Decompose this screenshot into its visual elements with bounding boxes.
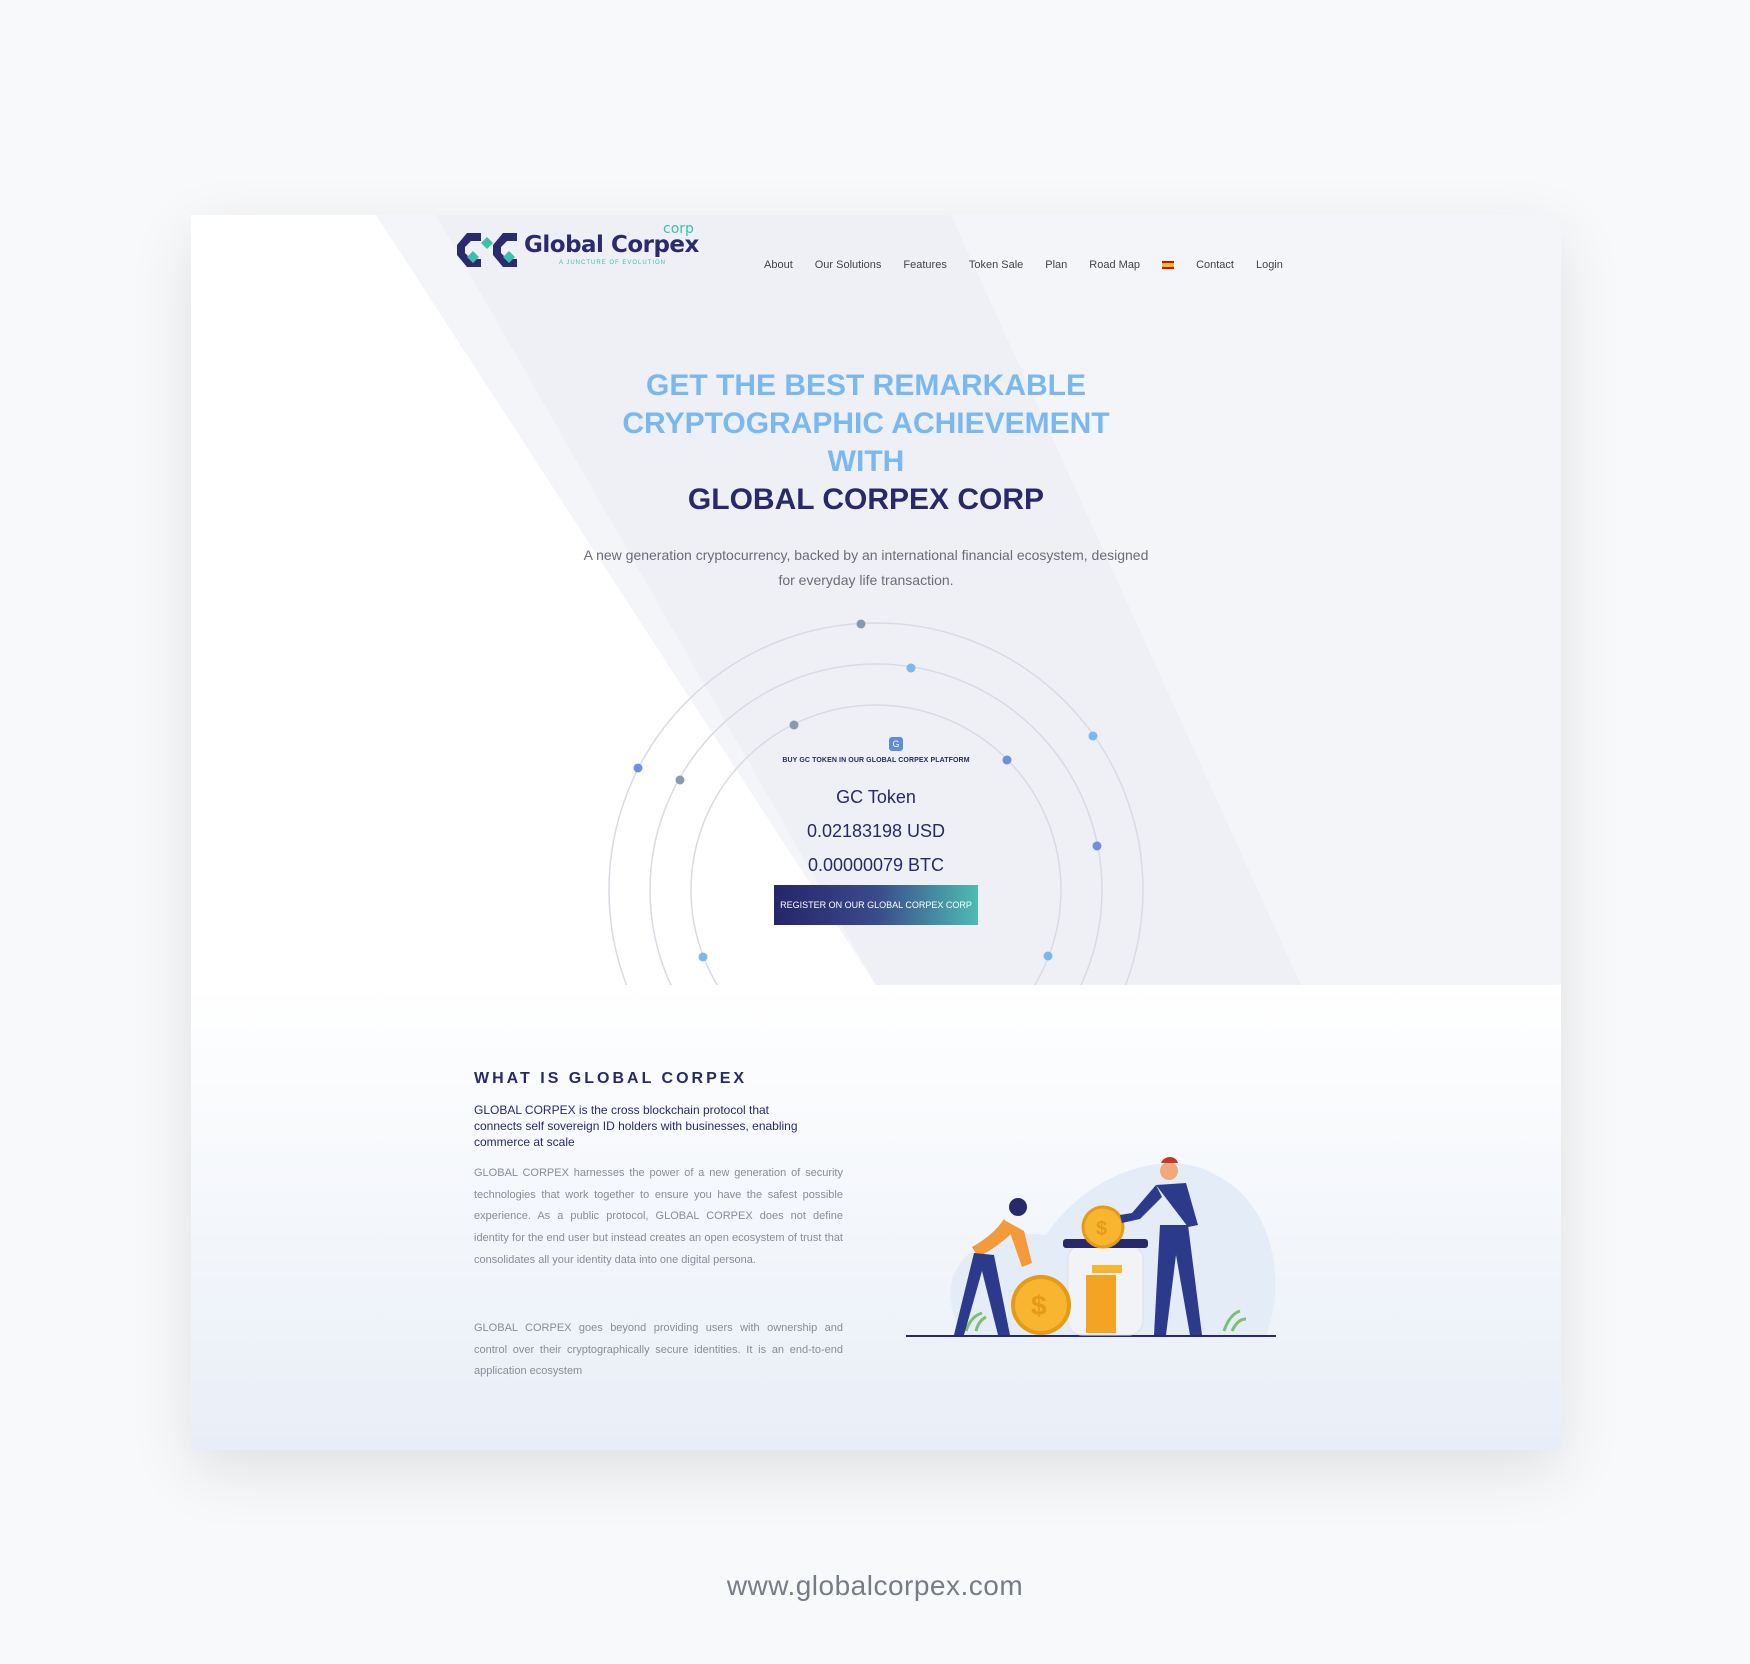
orbit-dot	[698, 952, 708, 962]
hero-section: Global Corpex corp A JUNCTURE OF EVOLUTI…	[191, 215, 1561, 985]
orbit-dot	[906, 663, 916, 673]
savings-illustration: $ $	[906, 1157, 1276, 1337]
orbit-dot	[789, 720, 799, 730]
orbit-dot	[856, 619, 866, 629]
svg-text:$: $	[1031, 1290, 1047, 1321]
token-price-usd: 0.02183198 USD	[806, 821, 946, 841]
about-lead: GLOBAL CORPEX is the cross blockchain pr…	[474, 1103, 798, 1149]
logo-mark-icon	[457, 233, 517, 267]
website-mockup-card: Global Corpex corp A JUNCTURE OF EVOLUTI…	[191, 215, 1561, 1450]
headline-brand: GLOBAL CORPEX CORP	[687, 483, 1045, 516]
nav-our-solutions[interactable]: Our Solutions	[815, 259, 882, 271]
headline-line: WITH	[827, 445, 905, 478]
token-price-btc: 0.00000079 BTC	[807, 855, 945, 875]
logo-suffix: corp	[663, 221, 694, 237]
hero-headline: GET THE BEST REMARKABLE CRYPTOGRAPHIC AC…	[531, 367, 1201, 519]
hero-subtitle: A new generation cryptocurrency, backed …	[583, 547, 1149, 588]
website-url[interactable]: www.globalcorpex.com	[575, 1570, 1175, 1602]
about-title: WHAT IS GLOBAL CORPEX	[474, 1070, 748, 1087]
nav-login[interactable]: Login	[1256, 259, 1283, 271]
headline-line: GET THE BEST REMARKABLE	[645, 369, 1086, 402]
nav-about[interactable]: About	[764, 259, 793, 271]
nav-features[interactable]: Features	[903, 259, 946, 271]
about-section: WHAT IS GLOBAL CORPEX GLOBAL CORPEX is t…	[191, 985, 1561, 1450]
orbit-dot	[1043, 951, 1053, 961]
orbit-dot	[1088, 731, 1098, 741]
main-nav: About Our Solutions Features Token Sale …	[764, 255, 1305, 275]
token-logo-icon: G	[889, 737, 903, 751]
logo-tagline: A JUNCTURE OF EVOLUTION	[559, 260, 667, 266]
nav-plan[interactable]: Plan	[1045, 259, 1067, 271]
register-button[interactable]: REGISTER ON OUR GLOBAL CORPEX CORP	[774, 885, 978, 925]
svg-text:$: $	[1096, 1218, 1107, 1240]
buy-token-label: BUY GC TOKEN IN OUR GLOBAL CORPEX PLATFO…	[782, 757, 970, 764]
orbit-dot	[633, 763, 643, 773]
nav-contact[interactable]: Contact	[1196, 259, 1234, 271]
about-paragraph: GLOBAL CORPEX harnesses the power of a n…	[474, 1167, 843, 1266]
nav-road-map[interactable]: Road Map	[1089, 259, 1140, 271]
headline-line: CRYPTOGRAPHIC ACHIEVEMENT	[622, 407, 1110, 440]
orbit-dot	[675, 775, 685, 785]
token-name: GC Token	[836, 787, 916, 807]
nav-token-sale[interactable]: Token Sale	[969, 259, 1023, 271]
about-paragraph: GLOBAL CORPEX goes beyond providing user…	[474, 1322, 843, 1378]
flag-es-icon[interactable]	[1162, 261, 1175, 269]
orbit-dot	[1092, 841, 1102, 851]
brand-logo[interactable]: Global Corpex corp A JUNCTURE OF EVOLUTI…	[451, 221, 701, 275]
